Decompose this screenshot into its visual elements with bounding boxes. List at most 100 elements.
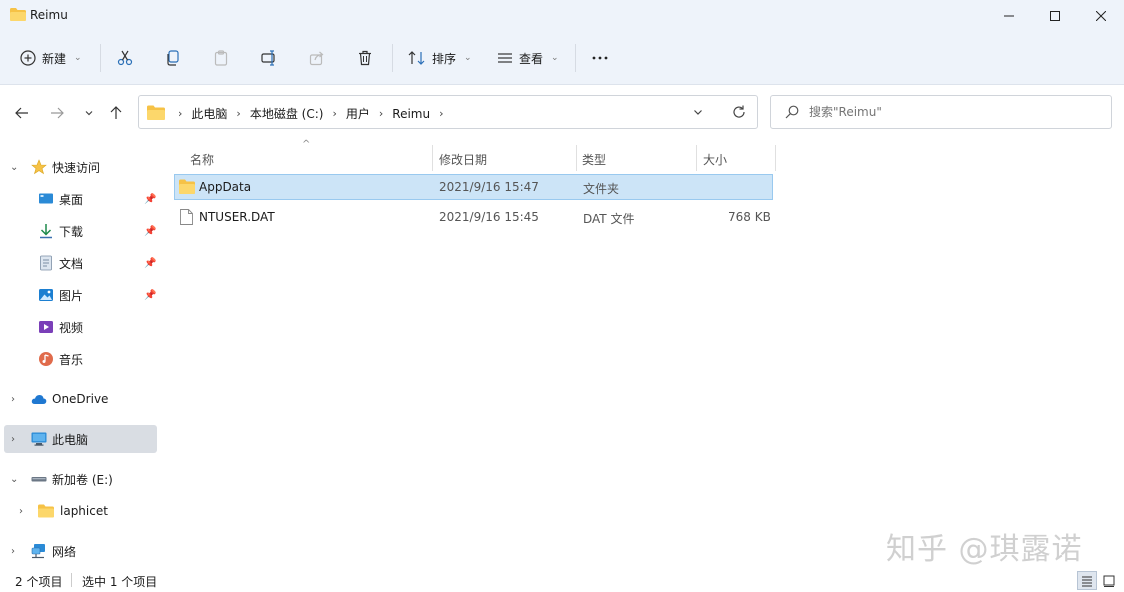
sidebar-item-label: 桌面 [59,192,84,207]
chevron-down-icon[interactable]: ⌄ [10,474,18,485]
breadcrumb-item-users[interactable]: 用户 [346,105,370,122]
sidebar-item-quick-access[interactable]: ⌄ 快速访问 [4,153,157,181]
arrow-up-icon [110,106,122,119]
video-icon [39,321,53,333]
trash-icon [359,50,371,66]
sidebar-item-downloads[interactable]: 下载 📌 [4,217,157,245]
back-button[interactable] [11,103,33,123]
sidebar-item-pictures[interactable]: 图片 📌 [4,281,157,309]
minimize-button[interactable] [986,0,1032,32]
toolbar-divider [100,44,101,72]
column-header-name[interactable]: 名称 [182,145,432,173]
scissors-icon [117,50,133,66]
sidebar-item-new-volume[interactable]: ⌄ 新加卷 (E:) [4,465,157,493]
breadcrumb-separator-icon: › [178,107,183,120]
watermark: 知乎 @琪露诺 [886,532,1083,567]
file-name: AppData [199,180,252,194]
music-icon [39,352,53,366]
search-box[interactable] [770,95,1112,129]
breadcrumb-separator-icon: › [378,107,384,120]
drive-icon [31,477,47,482]
column-header-size[interactable]: 大小 [695,145,775,173]
more-button[interactable] [591,42,609,74]
pin-icon: 📌 [144,257,157,269]
sidebar-item-videos[interactable]: 视频 [4,313,157,341]
breadcrumb-item-reimu[interactable]: Reimu [392,107,430,121]
maximize-button[interactable] [1032,0,1078,32]
sidebar-item-laphicet[interactable]: › laphicet [4,497,157,525]
file-type: DAT 文件 [583,212,635,226]
refresh-icon[interactable] [731,104,747,120]
search-icon [785,105,799,119]
chevron-right-icon[interactable]: › [19,506,23,517]
paste-icon [214,50,228,66]
pin-icon: 📌 [144,193,157,205]
sidebar-item-music[interactable]: 音乐 [4,345,157,373]
chevron-right-icon[interactable]: › [11,394,15,405]
recent-locations-button[interactable] [78,103,100,123]
sidebar-item-network[interactable]: › 网络 [4,537,157,565]
folder-icon [38,504,54,518]
file-date: 2021/9/16 15:45 [439,210,539,224]
folder-icon [179,179,195,194]
folder-icon [10,8,26,21]
cut-button[interactable] [117,42,133,74]
close-button[interactable] [1078,0,1124,32]
breadcrumb-item-this-pc[interactable]: 此电脑 [191,105,227,122]
delete-button[interactable] [357,42,373,74]
breadcrumb-item-local-disk[interactable]: 本地磁盘 (C:) [250,105,324,122]
maximize-icon [1050,11,1060,21]
title-bar: Reimu [0,0,1124,32]
column-header-type[interactable]: 类型 [574,145,695,173]
new-label: 新建 [42,51,67,66]
share-button[interactable] [309,42,325,74]
file-size: 768 KB [728,210,771,224]
column-divider[interactable] [775,145,776,171]
chevron-down-icon[interactable]: ⌄ [10,162,18,173]
file-name: NTUSER.DAT [199,210,275,224]
chevron-right-icon[interactable]: › [11,434,15,445]
sidebar-item-label: 新加卷 (E:) [52,472,113,487]
up-button[interactable] [105,103,127,123]
table-row[interactable]: NTUSER.DAT 2021/9/16 15:45 DAT 文件 768 KB [174,205,774,231]
column-header-date[interactable]: 修改日期 [431,145,575,173]
sidebar-item-label: 快速访问 [52,160,101,175]
new-button[interactable]: 新建 ⌄ [20,42,82,74]
cloud-icon [31,395,47,404]
breadcrumb-separator-icon: › [439,107,444,120]
search-input[interactable] [809,102,1099,122]
command-bar: 新建 ⌄ 排序 ⌄ 查看 ⌄ [0,32,1124,85]
file-date: 2021/9/16 15:47 [439,180,539,194]
table-row[interactable]: AppData 2021/9/16 15:47 文件夹 [174,174,773,200]
view-button[interactable]: 查看 ⌄ [497,42,559,74]
chevron-down-icon: ⌄ [551,53,559,63]
forward-button[interactable] [46,103,68,123]
sidebar-item-onedrive[interactable]: › OneDrive [4,385,157,413]
share-icon [309,51,324,66]
sidebar-item-label: OneDrive [52,392,109,406]
breadcrumb: › 此电脑 › 本地磁盘 (C:) › 用户 › Reimu › [169,105,452,122]
selected-count: 选中 1 个项目 [82,575,158,589]
address-bar[interactable]: › 此电脑 › 本地磁盘 (C:) › 用户 › Reimu › [138,95,758,129]
desktop-icon [39,193,53,204]
paste-button[interactable] [213,42,229,74]
pictures-icon [39,289,53,301]
tiles-view-button[interactable] [1099,571,1119,590]
sort-button[interactable]: 排序 ⌄ [408,42,472,74]
rename-button[interactable] [261,42,278,74]
sidebar-item-this-pc[interactable]: › 此电脑 [4,425,157,453]
details-view-button[interactable] [1077,571,1097,590]
sidebar-item-documents[interactable]: 文档 📌 [4,249,157,277]
sidebar-item-label: laphicet [60,504,108,518]
chevron-right-icon[interactable]: › [11,546,15,557]
copy-button[interactable] [165,42,181,74]
breadcrumb-separator-icon: › [236,107,241,120]
chevron-down-icon[interactable] [692,106,704,118]
chevron-down-icon [85,111,93,116]
chevron-down-icon: ⌄ [464,53,472,63]
status-bar: 2 个项目 选中 1 个项目 [0,569,1124,592]
sort-icon [408,51,425,65]
document-icon [40,255,52,271]
sidebar-item-desktop[interactable]: 桌面 📌 [4,185,157,213]
tiles-view-icon [1103,575,1115,587]
